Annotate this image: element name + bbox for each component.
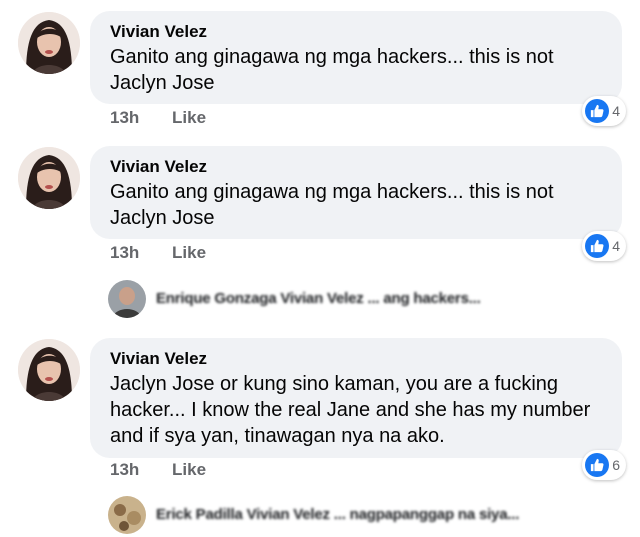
comment-author[interactable]: Vivian Velez	[110, 156, 604, 178]
comment-bubble: Vivian Velez Ganito ang ginagawa ng mga …	[90, 146, 622, 239]
comment-text-line: Ganito ang ginagawa ng mga hackers... th…	[110, 181, 554, 203]
avatar[interactable]	[18, 12, 80, 74]
avatar	[108, 496, 146, 534]
reply-preview[interactable]: Enrique Gonzaga Vivian Velez ... ang hac…	[108, 280, 608, 320]
comment-text-line: and if sya yan, tinawagan nya na ako.	[110, 425, 445, 447]
reaction-count: 4	[612, 103, 620, 119]
comment-text: Jaclyn Jose or kung sino kaman, you are …	[110, 371, 604, 449]
thumbs-up-icon	[585, 453, 610, 477]
comment-time[interactable]: 13h	[110, 243, 139, 263]
reaction-summary[interactable]: 4	[582, 231, 626, 261]
comment-bubble: Vivian Velez Jaclyn Jose or kung sino ka…	[90, 338, 622, 458]
like-button[interactable]: Like	[172, 243, 206, 263]
reaction-summary[interactable]: 6	[582, 450, 626, 480]
reaction-count: 6	[612, 457, 620, 473]
comment-text: Ganito ang ginagawa ng mga hackers... th…	[110, 179, 604, 231]
reaction-summary[interactable]: 4	[582, 96, 626, 126]
avatar[interactable]	[18, 339, 80, 401]
avatar	[108, 280, 146, 318]
like-button[interactable]: Like	[172, 460, 206, 480]
comment-text-line: Jaclyn Jose	[110, 72, 215, 94]
comment-text-line: Ganito ang ginagawa ng mga hackers... th…	[110, 46, 554, 68]
comment-text: Ganito ang ginagawa ng mga hackers... th…	[110, 44, 604, 96]
comment-time[interactable]: 13h	[110, 108, 139, 128]
comment-text-line: Jaclyn Jose or kung sino kaman, you are …	[110, 373, 559, 395]
avatar[interactable]	[18, 147, 80, 209]
reply-preview-text[interactable]: Erick Padilla Vivian Velez ... nagpapang…	[156, 506, 519, 523]
comment-meta: 13h Like	[110, 108, 234, 128]
like-button[interactable]: Like	[172, 108, 206, 128]
thumbs-up-icon	[585, 234, 610, 258]
comment-text-line: Jaclyn Jose	[110, 207, 215, 229]
thumbs-up-icon	[585, 99, 610, 123]
comment-author[interactable]: Vivian Velez	[110, 21, 604, 43]
comment-bubble: Vivian Velez Ganito ang ginagawa ng mga …	[90, 11, 622, 104]
reply-preview-text[interactable]: Enrique Gonzaga Vivian Velez ... ang hac…	[156, 290, 481, 307]
comment-meta: 13h Like	[110, 460, 234, 480]
comment-author[interactable]: Vivian Velez	[110, 348, 604, 370]
comment-text-line: hacker... I know the real Jane and she h…	[110, 399, 591, 421]
comment-meta: 13h Like	[110, 243, 234, 263]
comment-time[interactable]: 13h	[110, 460, 139, 480]
reply-preview[interactable]: Erick Padilla Vivian Velez ... nagpapang…	[108, 496, 608, 536]
reaction-count: 4	[612, 238, 620, 254]
